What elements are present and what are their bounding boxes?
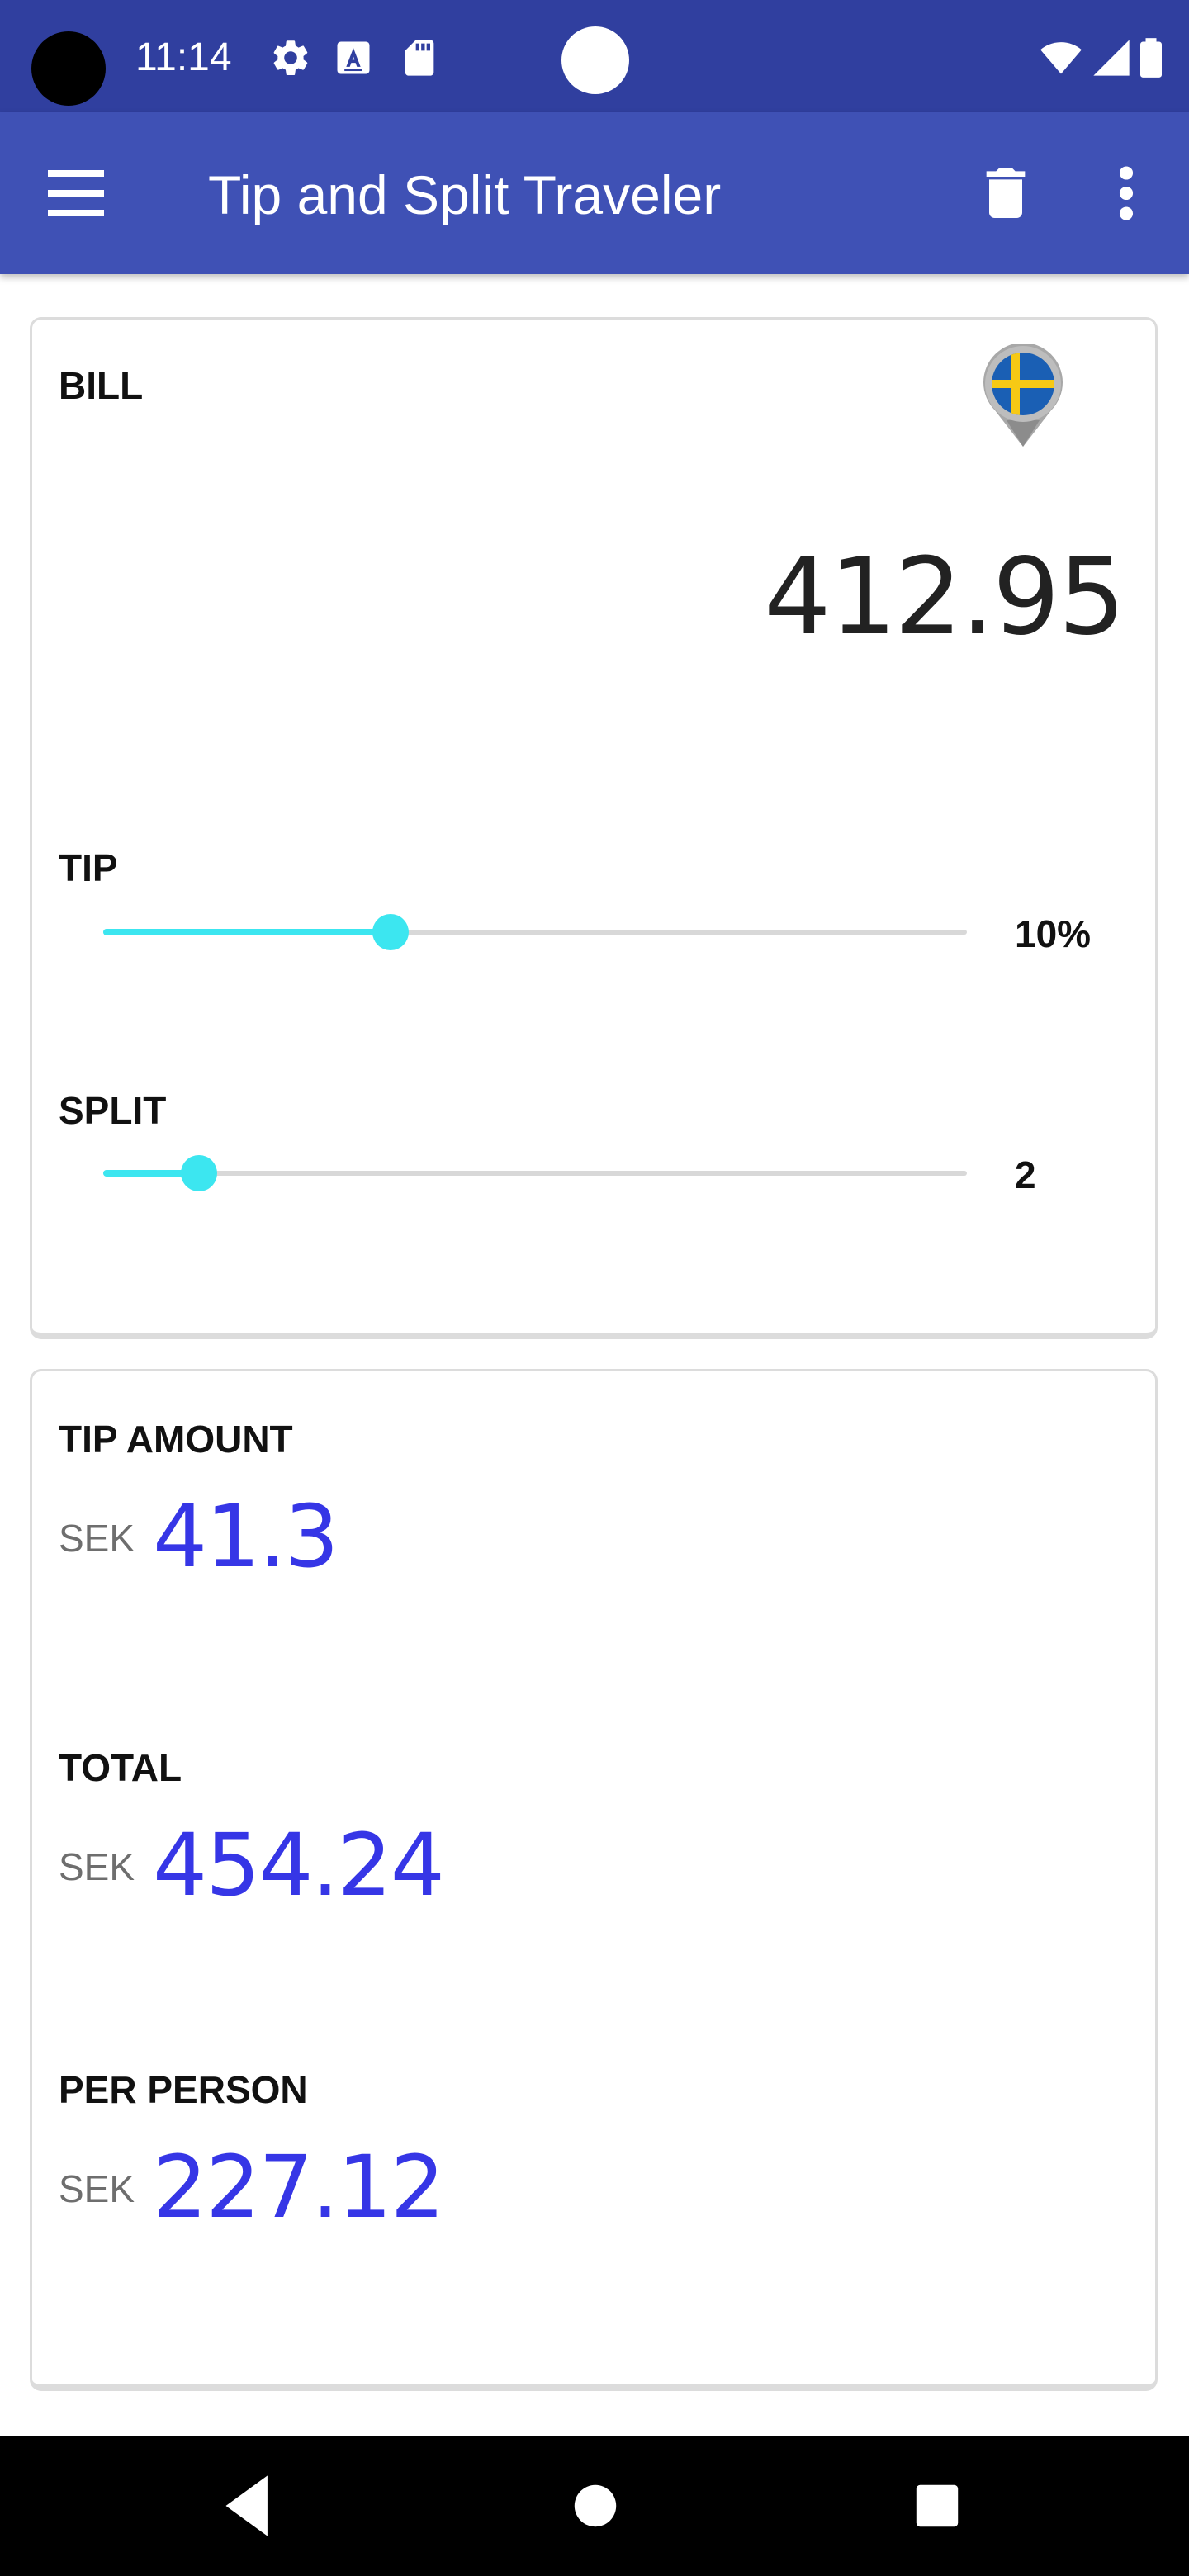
home-icon[interactable] <box>550 2460 641 2551</box>
split-slider-thumb[interactable] <box>181 1155 218 1191</box>
camera-cutout <box>31 31 106 106</box>
wifi-icon <box>1040 42 1082 74</box>
per-person-label: PER PERSON <box>59 2068 308 2111</box>
tip-amount-label: TIP AMOUNT <box>59 1418 293 1461</box>
tip-amount-currency: SEK <box>59 1517 135 1560</box>
tip-slider[interactable] <box>103 907 967 957</box>
delete-icon[interactable] <box>973 159 1039 228</box>
split-count-value: 2 <box>1015 1153 1036 1196</box>
total-label: TOTAL <box>59 1746 182 1789</box>
settings-icon <box>273 40 308 75</box>
tip-percent-value: 10% <box>1015 912 1092 955</box>
status-bar: 11:14 <box>0 0 1189 112</box>
total-value: 454.24 <box>153 1815 445 1915</box>
status-center-dot <box>561 26 629 94</box>
menu-icon[interactable] <box>41 160 121 226</box>
app-bar: Tip and Split Traveler <box>0 112 1189 274</box>
per-person-currency: SEK <box>59 2167 135 2210</box>
more-vert-icon[interactable] <box>1101 159 1151 228</box>
back-icon[interactable] <box>203 2460 294 2551</box>
system-nav-bar <box>0 2436 1189 2576</box>
bill-label: BILL <box>59 364 144 407</box>
per-person-value: 227.12 <box>153 2137 445 2237</box>
tip-amount-value: 41.3 <box>153 1486 339 1587</box>
results-card: TIP AMOUNT SEK 41.3 TOTAL SEK 454.24 PER… <box>30 1369 1158 2391</box>
tip-slider-thumb[interactable] <box>372 914 410 950</box>
sweden-flag-icon[interactable] <box>982 344 1064 448</box>
tip-slider-fill <box>103 929 391 935</box>
split-slider-track <box>103 1171 967 1176</box>
bill-amount-input[interactable]: 412.95 <box>764 536 1125 660</box>
app-screen: 11:14 Tip and Split Traveler BILL 412.95… <box>0 0 1189 2576</box>
bill-input-card: BILL 412.95 TIP 10% SPLIT 2 <box>30 317 1158 1339</box>
text-a-icon <box>337 41 370 74</box>
app-title: Tip and Split Traveler <box>208 164 722 225</box>
total-currency: SEK <box>59 1845 135 1888</box>
battery-icon <box>1140 38 1162 78</box>
tip-label: TIP <box>59 846 118 889</box>
sd-card-icon <box>405 40 434 76</box>
split-label: SPLIT <box>59 1089 167 1132</box>
split-slider[interactable] <box>103 1148 967 1198</box>
recents-icon[interactable] <box>892 2460 983 2551</box>
signal-icon <box>1093 40 1130 76</box>
status-time: 11:14 <box>135 36 232 79</box>
